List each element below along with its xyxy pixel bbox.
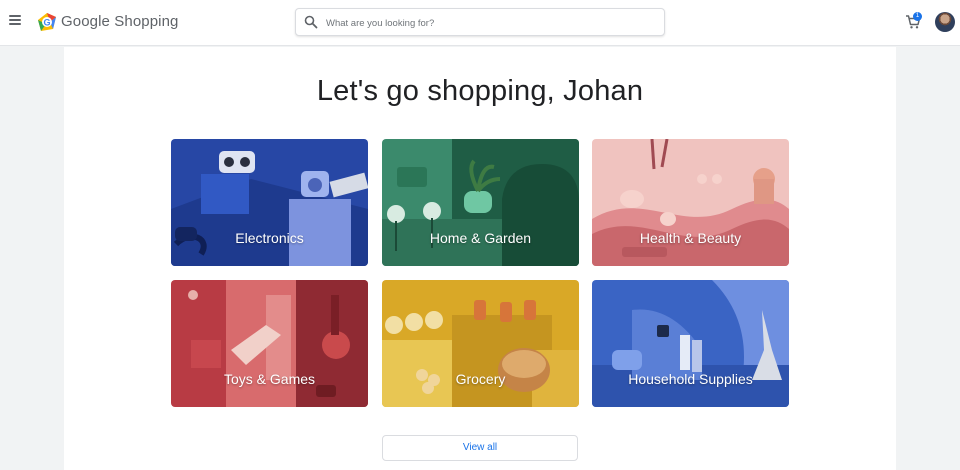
category-label: Household Supplies xyxy=(628,371,753,387)
electronics-image xyxy=(171,139,368,266)
view-all-button[interactable]: View all xyxy=(382,435,578,461)
cart-count-badge: 1 xyxy=(913,12,922,21)
category-tile-home-garden[interactable]: Home & Garden xyxy=(382,139,579,266)
category-tile-health-beauty[interactable]: Health & Beauty xyxy=(592,139,789,266)
search-input[interactable] xyxy=(326,13,646,33)
category-tile-grocery[interactable]: Grocery xyxy=(382,280,579,407)
category-label: Grocery xyxy=(455,371,506,387)
page-title: Let's go shopping, Johan xyxy=(316,75,644,107)
category-tile-electronics[interactable]: Electronics xyxy=(171,139,368,266)
grocery-image xyxy=(382,280,579,407)
brand-shopping: Shopping xyxy=(114,13,179,30)
search-box[interactable] xyxy=(295,8,665,36)
category-label: Electronics xyxy=(235,230,304,246)
search-icon[interactable] xyxy=(304,15,318,29)
household-supplies-image xyxy=(592,280,789,407)
brand-google: Google xyxy=(61,13,110,30)
top-bar: G Google Shopping 1 xyxy=(0,0,960,46)
main-content: Let's go shopping, Johan Electronics Hom… xyxy=(64,47,896,470)
toys-games-image xyxy=(171,280,368,407)
category-label: Toys & Games xyxy=(223,371,316,387)
category-label: Home & Garden xyxy=(429,230,532,246)
health-beauty-image xyxy=(592,139,789,266)
google-shopping-logo-icon[interactable]: G xyxy=(36,11,58,33)
home-garden-image xyxy=(382,139,579,266)
category-tile-toys-games[interactable]: Toys & Games xyxy=(171,280,368,407)
brand-name[interactable]: Google Shopping xyxy=(61,13,178,30)
category-tile-household-supplies[interactable]: Household Supplies xyxy=(592,280,789,407)
category-label: Health & Beauty xyxy=(639,230,742,246)
avatar[interactable] xyxy=(935,12,955,32)
svg-text:G: G xyxy=(43,18,50,28)
menu-icon[interactable] xyxy=(8,13,22,27)
